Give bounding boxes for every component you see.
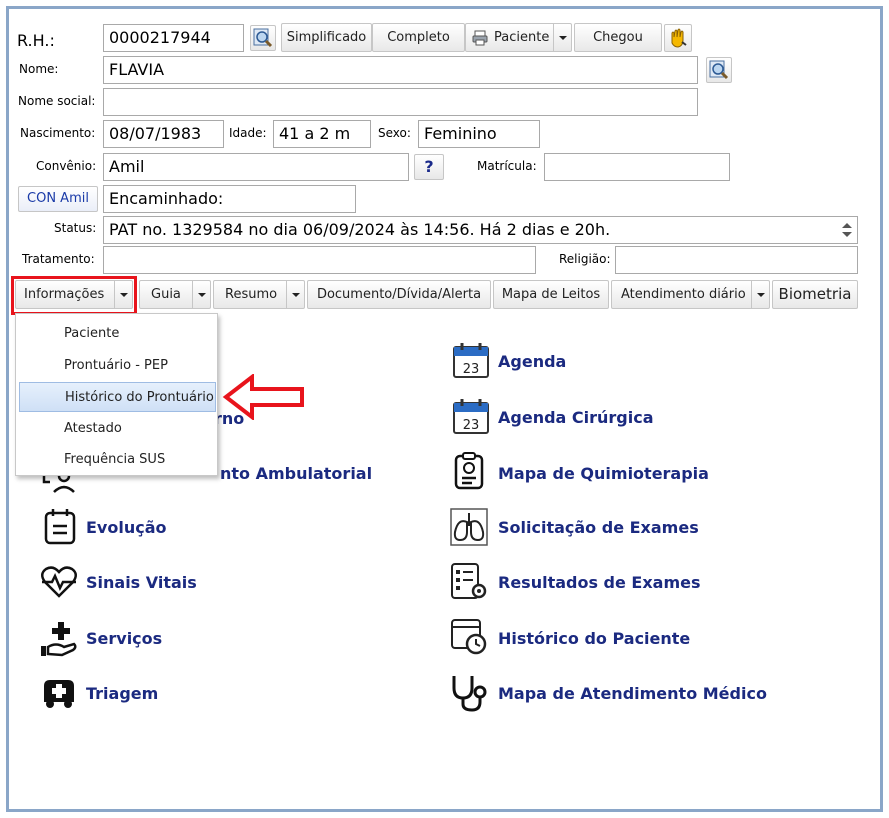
annotation-arrow-icon: [222, 374, 304, 420]
calendar-icon: 23: [453, 343, 489, 378]
dropdown-item-paciente[interactable]: Paciente: [16, 319, 217, 349]
nascimento-label: Nascimento:: [20, 126, 96, 140]
dropdown-item-historico-prontuario[interactable]: Histórico do Prontuário: [19, 382, 216, 412]
rh-input[interactable]: 0000217944: [103, 24, 244, 52]
chevron-down-icon[interactable]: [286, 281, 304, 308]
con-amil-button[interactable]: CON Amil: [18, 186, 98, 212]
status-textarea[interactable]: PAT no. 1329584 no dia 06/09/2024 às 14:…: [103, 216, 858, 244]
religiao-label: Religião:: [559, 252, 611, 266]
triagem-link[interactable]: Triagem: [86, 684, 158, 703]
lungs-icon: [450, 508, 488, 546]
sexo-label: Sexo:: [378, 126, 411, 140]
dropdown-item-prontuario-pep[interactable]: Prontuário - PEP: [16, 351, 217, 381]
solicitacao-exames-link[interactable]: Solicitação de Exames: [498, 518, 699, 537]
chevron-down-icon[interactable]: [192, 281, 210, 308]
calendar-icon: 23: [453, 399, 489, 434]
atendimento-diario-label: Atendimento diário: [621, 287, 746, 302]
status-scrollbar[interactable]: [838, 218, 856, 242]
mapa-atendimento-medico-link[interactable]: Mapa de Atendimento Médico: [498, 684, 767, 703]
mapa-quimioterapia-link[interactable]: Mapa de Quimioterapia: [498, 464, 709, 483]
paciente-print-label: Paciente: [494, 30, 550, 45]
chemo-clipboard-icon: [454, 452, 484, 490]
servicos-link[interactable]: Serviços: [86, 629, 162, 648]
simplificado-button[interactable]: Simplificado: [281, 23, 372, 52]
magnifier-icon: [709, 60, 729, 80]
resultados-exames-link[interactable]: Resultados de Exames: [498, 573, 701, 592]
agenda-link[interactable]: Agenda: [498, 352, 566, 371]
tratamento-label: Tratamento:: [22, 252, 95, 266]
nome-input[interactable]: FLAVIA: [103, 56, 698, 84]
religiao-input[interactable]: [615, 246, 858, 274]
encaminhado-input[interactable]: Encaminhado:: [103, 185, 356, 213]
biometria-button[interactable]: Biometria: [772, 280, 858, 309]
patient-history-icon: [451, 619, 487, 655]
dropdown-item-atestado[interactable]: Atestado: [16, 414, 217, 444]
stethoscope-icon: [452, 676, 487, 712]
hand-medical-icon: [41, 622, 77, 657]
convenio-input[interactable]: Amil: [103, 153, 409, 181]
chevron-down-icon[interactable]: [751, 281, 769, 308]
documento-button[interactable]: Documento/Dívida/Alerta: [307, 280, 491, 309]
rh-label: R.H.:: [17, 31, 55, 50]
sexo-input[interactable]: Feminino: [418, 120, 540, 148]
chevron-down-icon[interactable]: [553, 24, 571, 51]
magnifier-icon: [253, 28, 273, 48]
calendar-day-text: 23: [463, 362, 480, 377]
tratamento-input[interactable]: [103, 246, 536, 274]
informacoes-dropdown-menu: Paciente Prontuário - PEP Histórico do P…: [15, 313, 218, 476]
guia-label: Guia: [151, 287, 181, 302]
resumo-label: Resumo: [225, 287, 278, 302]
calendar-day-text: 23: [463, 418, 480, 433]
chevron-down-icon[interactable]: [114, 281, 132, 308]
guia-dropdown-button[interactable]: Guia: [139, 280, 211, 309]
chegou-hand-button[interactable]: [664, 24, 692, 52]
evolucao-link[interactable]: Evolução: [86, 518, 167, 537]
informacoes-dropdown-button[interactable]: Informações: [15, 280, 133, 309]
atendimento-diario-dropdown-button[interactable]: Atendimento diário: [611, 280, 770, 309]
paciente-print-button[interactable]: Paciente: [465, 23, 572, 52]
left-menu-item-ambulatorial[interactable]: nto Ambulatorial: [220, 464, 372, 483]
nome-search-button[interactable]: [706, 57, 732, 83]
scroll-arrows-icon: [842, 223, 852, 237]
nome-social-label: Nome social:: [18, 94, 96, 108]
exam-results-icon: [451, 563, 487, 599]
idade-input[interactable]: 41 a 2 m: [273, 120, 371, 148]
printer-icon: [472, 30, 488, 46]
sinais-vitais-link[interactable]: Sinais Vitais: [86, 573, 197, 592]
chegou-button[interactable]: Chegou: [574, 23, 662, 52]
dropdown-item-frequencia-sus[interactable]: Frequência SUS: [16, 445, 217, 475]
completo-button[interactable]: Completo: [372, 23, 465, 52]
clipboard-icon: [44, 509, 76, 545]
matricula-input[interactable]: [544, 153, 730, 181]
historico-paciente-link[interactable]: Histórico do Paciente: [498, 629, 690, 648]
matricula-label: Matrícula:: [477, 159, 537, 173]
agenda-cirurgica-link[interactable]: Agenda Cirúrgica: [498, 408, 654, 427]
hand-icon: [671, 28, 687, 48]
ambulance-icon: [44, 680, 74, 708]
rh-search-button[interactable]: [250, 25, 276, 51]
nome-label: Nome:: [19, 62, 59, 76]
status-label: Status:: [54, 221, 97, 235]
resumo-dropdown-button[interactable]: Resumo: [213, 280, 305, 309]
mapa-leitos-button[interactable]: Mapa de Leitos: [493, 280, 609, 309]
convenio-help-button[interactable]: ?: [414, 154, 444, 180]
heart-pulse-icon: [41, 566, 77, 598]
nome-social-input[interactable]: [103, 88, 698, 116]
convenio-label: Convênio:: [36, 159, 97, 173]
informacoes-label: Informações: [24, 287, 105, 302]
idade-label: Idade:: [229, 126, 267, 140]
nascimento-input[interactable]: 08/07/1983: [103, 120, 224, 148]
